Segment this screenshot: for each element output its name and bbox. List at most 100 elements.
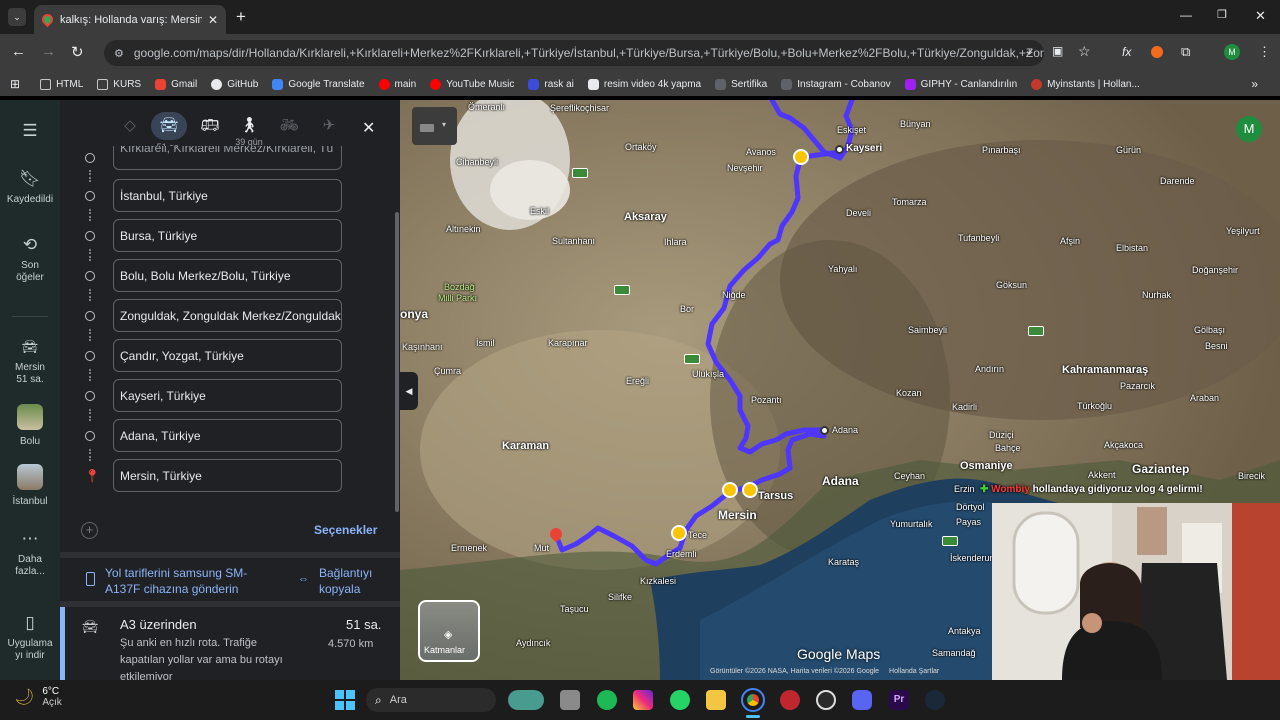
waypoint-adana[interactable]: Adana, Türkiye bbox=[113, 419, 342, 452]
folder-icon[interactable] bbox=[706, 690, 726, 710]
route-option-a3[interactable]: 🚘︎ A3 üzerinden 51 sa. 4.570 km Şu anki … bbox=[60, 607, 400, 680]
saved-button[interactable]: 🔖︎ Kaydedildi bbox=[0, 170, 60, 206]
weather-widget[interactable]: 🌙︎ 6°C Açık bbox=[14, 686, 62, 708]
waypoint-kirklareli[interactable]: Kırklareli, Kırklareli Merkez/Kırklareli… bbox=[113, 146, 342, 170]
instagram-icon[interactable] bbox=[633, 690, 653, 710]
map-label: Nevşehir bbox=[727, 163, 763, 173]
extension-fx-icon[interactable]: fx bbox=[1122, 45, 1131, 59]
selected-route-indicator bbox=[60, 607, 65, 680]
discord-icon[interactable] bbox=[852, 690, 872, 710]
more-bookmarks-icon[interactable]: » bbox=[1251, 77, 1258, 91]
bookmark-star-icon[interactable]: ☆ bbox=[1078, 43, 1091, 60]
address-bar[interactable]: ⚙ google.com/maps/dir/Hollanda/Kırklarel… bbox=[104, 40, 1044, 66]
send-to-phone-link[interactable]: Yol tariflerini samsung SM- A137F cihazı… bbox=[84, 565, 284, 597]
file-manager-icon[interactable] bbox=[560, 690, 580, 710]
install-app-icon[interactable]: ▣ bbox=[1052, 44, 1063, 58]
layers-button[interactable]: ◈ Katmanlar bbox=[418, 600, 480, 662]
map-label: Kahramanmaraş bbox=[1062, 364, 1149, 376]
waypoint-kayseri[interactable]: Kayseri, Türkiye bbox=[113, 379, 342, 412]
extension-orange-icon[interactable] bbox=[1151, 46, 1163, 58]
taskbar-search[interactable]: ⌕ Ara bbox=[366, 688, 496, 712]
extensions-puzzle-icon[interactable]: ⧉ bbox=[1181, 44, 1190, 60]
waypoint-circle-icon bbox=[85, 153, 95, 163]
recent-mersin[interactable]: 🚘︎ Mersin 51 sa. bbox=[0, 338, 60, 386]
tab-list-chevron-icon[interactable]: ⌄ bbox=[8, 8, 26, 26]
location-icon[interactable]: ⌖ bbox=[1026, 45, 1033, 60]
map-label: Tomarza bbox=[892, 197, 927, 207]
bookmark-rask-ai[interactable]: rask ai bbox=[528, 78, 574, 90]
kayseri-waypoint-dot[interactable] bbox=[835, 145, 844, 154]
youtube-music-icon bbox=[430, 78, 442, 90]
bookmark-gmail[interactable]: Gmail bbox=[155, 78, 197, 90]
collapse-panel-button[interactable]: ◀ bbox=[400, 372, 418, 410]
bookmark-myinstants[interactable]: Myinstants | Hollan... bbox=[1031, 78, 1140, 90]
window-close-icon[interactable]: ✕ bbox=[1255, 8, 1266, 24]
map-label: Sultanhanı bbox=[552, 236, 596, 246]
minimize-icon[interactable]: — bbox=[1180, 8, 1192, 22]
bookmark-resim-video[interactable]: resim video 4k yapma bbox=[587, 78, 701, 90]
start-button[interactable] bbox=[335, 690, 355, 710]
add-stop-icon[interactable]: + bbox=[81, 522, 98, 539]
site-info-icon[interactable]: ⚙ bbox=[114, 47, 124, 60]
map-type-toggle[interactable]: ▾ bbox=[412, 107, 457, 145]
widget-pin-icon[interactable] bbox=[508, 690, 544, 710]
waypoint-mersin[interactable]: Mersin, Türkiye bbox=[113, 459, 342, 492]
bookmark-html[interactable]: HTML bbox=[40, 78, 83, 90]
panel-scrollbar[interactable] bbox=[395, 212, 399, 512]
waypoint-bursa[interactable]: Bursa, Türkiye bbox=[113, 219, 342, 252]
reload-icon[interactable]: ↻ bbox=[71, 43, 84, 61]
bookmark-instagram-cobanov[interactable]: Instagram - Cobanov bbox=[781, 78, 891, 90]
forward-icon[interactable]: → bbox=[41, 43, 56, 60]
url-text: google.com/maps/dir/Hollanda/Kırklareli,… bbox=[133, 46, 1044, 60]
adana-waypoint-dot[interactable] bbox=[820, 426, 829, 435]
bookmark-sertifika[interactable]: Sertifika bbox=[715, 78, 767, 90]
back-icon[interactable]: ← bbox=[11, 43, 26, 60]
route-toll-marker[interactable] bbox=[742, 482, 758, 498]
waypoint-candir[interactable]: Çandır, Yozgat, Türkiye bbox=[113, 339, 342, 372]
steam-icon[interactable] bbox=[925, 690, 945, 710]
browser-menu-icon[interactable]: ⋮ bbox=[1258, 44, 1271, 60]
bookmark-youtube-music[interactable]: YouTube Music bbox=[430, 78, 514, 90]
active-tab[interactable]: kalkış: Hollanda varış: Mersin, T ✕ bbox=[34, 5, 226, 34]
close-directions-icon[interactable]: ✕ bbox=[362, 118, 375, 138]
mode-walking[interactable]: 🚶︎ 39 gün bbox=[231, 116, 267, 147]
more-button[interactable]: ⋯ Daha fazla... bbox=[0, 530, 60, 578]
download-app-button[interactable]: ▯ Uygulama yı indir bbox=[0, 614, 60, 662]
diamond-icon: ◇ bbox=[124, 117, 136, 134]
options-link[interactable]: Seçenekler bbox=[314, 523, 377, 537]
apps-grid-icon[interactable]: ⊞ bbox=[10, 77, 20, 91]
map-profile-avatar[interactable]: M bbox=[1236, 116, 1262, 142]
menu-button[interactable]: ☰ bbox=[0, 122, 60, 146]
recent-bolu[interactable]: Bolu bbox=[0, 404, 60, 448]
road-shield bbox=[684, 354, 700, 364]
waypoint-zonguldak[interactable]: Zonguldak, Zonguldak Merkez/Zonguldak bbox=[113, 299, 342, 332]
route-toll-marker[interactable] bbox=[722, 482, 738, 498]
bookmark-google-translate[interactable]: Google Translate bbox=[272, 78, 365, 90]
waypoint-bolu[interactable]: Bolu, Bolu Merkez/Bolu, Türkiye bbox=[113, 259, 342, 292]
route-toll-marker[interactable] bbox=[671, 525, 687, 541]
copy-link-button[interactable]: ⇔ Bağlantıyı kopyala bbox=[298, 565, 372, 597]
mode-bicycle[interactable]: 🚲︎ bbox=[271, 116, 307, 134]
bookmark-main[interactable]: main bbox=[378, 78, 416, 90]
obs-icon[interactable] bbox=[816, 690, 836, 710]
maximize-icon[interactable]: ❐ bbox=[1217, 8, 1227, 21]
recent-istanbul[interactable]: İstanbul bbox=[0, 464, 60, 508]
waypoint-istanbul[interactable]: İstanbul, Türkiye bbox=[113, 179, 342, 212]
mode-transit[interactable]: 🚌︎ bbox=[192, 116, 228, 134]
spotify-icon[interactable] bbox=[597, 690, 617, 710]
whatsapp-icon[interactable] bbox=[670, 690, 690, 710]
bookmark-giphy[interactable]: GIPHY - Canlandırılın bbox=[904, 78, 1017, 90]
route-toll-marker[interactable] bbox=[793, 149, 809, 165]
app-red-icon[interactable] bbox=[780, 690, 800, 710]
chrome-icon[interactable] bbox=[741, 688, 765, 712]
mode-best[interactable]: ◇ bbox=[112, 116, 148, 134]
mode-flight[interactable]: ✈︎ bbox=[311, 116, 347, 134]
recent-button[interactable]: ⟲ Son öğeler bbox=[0, 236, 60, 284]
profile-avatar[interactable]: M bbox=[1224, 44, 1240, 60]
new-tab-icon[interactable]: + bbox=[236, 7, 246, 27]
premiere-icon[interactable]: Pr bbox=[889, 690, 909, 710]
bookmark-github[interactable]: GitHub bbox=[211, 78, 258, 90]
tab-close-icon[interactable]: ✕ bbox=[208, 13, 218, 27]
bookmark-kurs[interactable]: KURS bbox=[97, 78, 141, 90]
map-label: Silifke bbox=[608, 592, 633, 602]
